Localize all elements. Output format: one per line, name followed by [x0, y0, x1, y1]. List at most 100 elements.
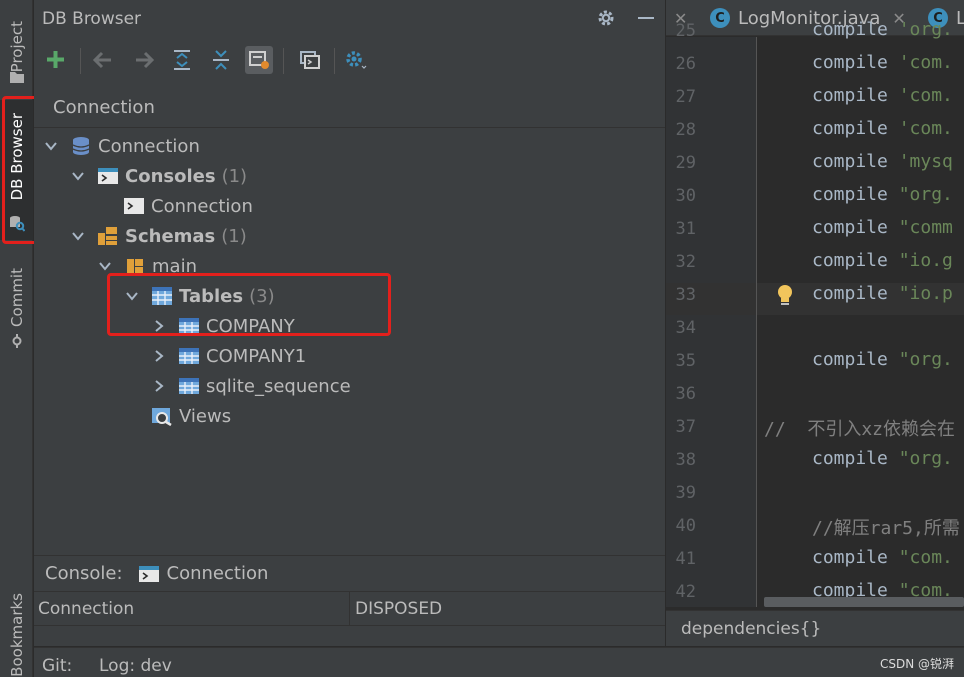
code-line: //解压rar5,所需: [812, 518, 960, 539]
tree-node-label: sqlite_sequence: [206, 375, 351, 397]
tab-label: L: [956, 7, 964, 29]
line-number: 37: [675, 417, 696, 437]
collapse-all-icon: [213, 50, 229, 70]
line-number: 29: [675, 153, 696, 173]
lightbulb-icon[interactable]: [776, 284, 794, 308]
panel-footer: [34, 626, 665, 646]
chevron-down-icon: [45, 142, 57, 151]
toolbar-separator: [283, 48, 284, 74]
code-line: compile 'com.: [812, 118, 953, 139]
java-class-icon: C: [710, 8, 730, 28]
filter-button[interactable]: [245, 46, 273, 74]
line-number: 30: [675, 186, 696, 206]
gear-dropdown-icon: [346, 51, 367, 69]
tree-node-label: COMPANY1: [206, 345, 307, 367]
line-number: 33: [675, 285, 696, 305]
bottom-tool-bar: Git: Log: dev CSDN @锐湃: [34, 647, 964, 677]
line-number: 35: [675, 351, 696, 371]
code-line: compile 'org.: [812, 19, 953, 40]
commit-tab[interactable]: Commit: [0, 262, 33, 332]
tree-node-count: (1): [221, 225, 247, 247]
expand-all-icon: [174, 50, 190, 70]
minimize-icon[interactable]: [638, 17, 654, 19]
arrow-left-icon: [93, 51, 111, 69]
code-line: compile "org.: [812, 184, 953, 205]
line-number: 42: [675, 582, 696, 602]
code-line: compile 'com.: [812, 52, 953, 73]
tree-node-table-company1[interactable]: COMPANY1: [152, 341, 306, 371]
tree-node-console-connection[interactable]: Connection: [123, 191, 253, 221]
line-number: 38: [675, 450, 696, 470]
bookmarks-tab[interactable]: Bookmarks: [0, 592, 33, 677]
code-editor: ✕ C LogMonitor.java ✕ C L 25 compile 'org…: [666, 0, 964, 646]
add-connection-button[interactable]: [42, 46, 70, 74]
watermark: CSDN @锐湃: [880, 657, 955, 671]
git-tab-label[interactable]: Git:: [42, 656, 72, 676]
status-connection-cell: Connection: [38, 599, 135, 619]
expand-all-button[interactable]: [168, 46, 196, 74]
table-icon: [179, 378, 199, 394]
line-number: 34: [675, 318, 696, 338]
db-toolbar: [34, 40, 665, 80]
open-console-button[interactable]: [296, 46, 324, 74]
line-number: 28: [675, 120, 696, 140]
forward-button[interactable]: [130, 46, 158, 74]
line-number: 39: [675, 483, 696, 503]
schemas-icon: [98, 227, 117, 245]
toolbar-separator: [80, 48, 81, 74]
line-number: 31: [675, 219, 696, 239]
status-state-cell: DISPOSED: [355, 599, 443, 619]
connection-header: Connection: [34, 88, 665, 128]
chevron-down-icon: [72, 172, 84, 181]
toolbar-separator: [334, 48, 335, 74]
line-number: 40: [675, 516, 696, 536]
chevron-right-icon: [155, 380, 164, 392]
code-line: compile "org.: [812, 448, 953, 469]
code-line: compile "io.p: [812, 283, 953, 304]
tree-node-label: Connection: [151, 195, 253, 217]
horizontal-scrollbar[interactable]: [764, 597, 964, 607]
line-number: 27: [675, 87, 696, 107]
console-icon: [98, 168, 118, 184]
code-line: compile "com.: [812, 547, 953, 568]
db-browser-highlight-box: [2, 96, 38, 244]
db-browser-panel: DB Browser Connection Connection Console…: [34, 0, 665, 646]
breadcrumb-label: dependencies{}: [681, 618, 822, 639]
chevron-down-icon: [99, 262, 111, 271]
line-number: 32: [675, 252, 696, 272]
commit-icon: [12, 334, 22, 348]
tree-node-table-sqlite-sequence[interactable]: sqlite_sequence: [152, 371, 351, 401]
panel-title: DB Browser: [42, 8, 142, 29]
tool-window-strip: Project DB Browser Commit Bookmarks: [0, 0, 38, 677]
console-value[interactable]: Connection: [167, 563, 269, 584]
connection-status-table: Connection DISPOSED: [34, 591, 665, 627]
line-number: 36: [675, 384, 696, 404]
tree-node-views[interactable]: Views: [151, 401, 231, 431]
code-line: compile 'mysq: [812, 151, 953, 172]
code-line: compile "io.g: [812, 250, 953, 271]
code-line: compile "comm: [812, 217, 953, 238]
line-number: 26: [675, 54, 696, 74]
chevron-down-icon: [72, 232, 84, 241]
column-divider: [349, 592, 350, 627]
tree-node-count: (1): [221, 165, 248, 187]
tree-node-schemas[interactable]: Schemas (1): [71, 221, 247, 251]
connection-settings-button[interactable]: [342, 46, 370, 74]
views-icon: [152, 408, 172, 426]
console-window-icon: [300, 51, 320, 69]
editor-breadcrumb[interactable]: dependencies{}: [666, 610, 964, 646]
back-button[interactable]: [89, 46, 117, 74]
tree-node-label: Views: [179, 405, 232, 427]
tree-node-label: Schemas: [125, 225, 216, 247]
tree-node-consoles[interactable]: Consoles (1): [71, 161, 247, 191]
tree-node-label: Connection: [98, 135, 200, 157]
settings-gear-icon[interactable]: [596, 8, 616, 28]
tree-node-connection[interactable]: Connection: [44, 131, 200, 161]
git-log-tab[interactable]: Log: dev: [99, 656, 172, 676]
chevron-right-icon: [155, 350, 164, 362]
tree-node-label: Consoles: [125, 165, 216, 187]
arrow-right-icon: [136, 51, 154, 69]
filter-icon: [249, 51, 269, 69]
console-icon: [138, 565, 159, 582]
collapse-all-button[interactable]: [207, 46, 235, 74]
